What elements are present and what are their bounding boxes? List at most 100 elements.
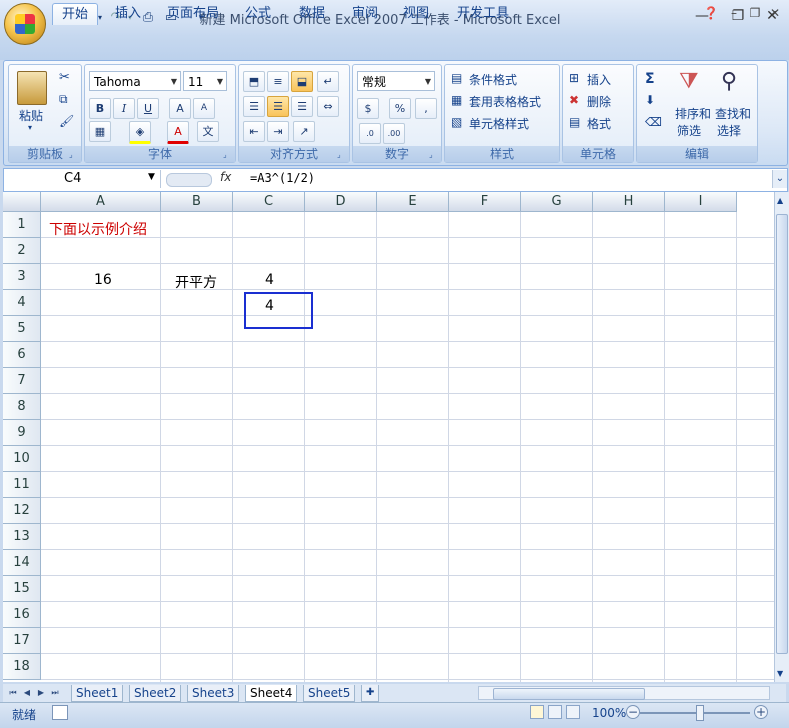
row-header-13[interactable]: 13 xyxy=(3,524,41,550)
tab-insert[interactable]: 插入 xyxy=(108,3,148,24)
conditional-format-button[interactable]: 条件格式 xyxy=(469,71,517,88)
sort-filter-icon[interactable]: ⧩ xyxy=(679,69,699,94)
sheet-tab-2[interactable]: Sheet2 xyxy=(129,685,182,702)
page-layout-view-icon[interactable] xyxy=(548,705,562,719)
cell-styles-icon[interactable]: ▧ xyxy=(451,115,462,129)
row-header-17[interactable]: 17 xyxy=(3,628,41,654)
format-cells-button[interactable]: 格式 xyxy=(587,115,611,132)
format-cells-icon[interactable]: ▤ xyxy=(569,115,580,129)
prev-sheet-icon[interactable]: ◀ xyxy=(21,686,33,700)
dialog-launcher-icon[interactable]: ⌟ xyxy=(223,150,232,159)
underline-button[interactable]: U xyxy=(137,98,159,119)
column-header-I[interactable]: I xyxy=(665,192,737,212)
delete-cells-icon[interactable]: ✖ xyxy=(569,93,579,107)
bold-button[interactable]: B xyxy=(89,98,111,119)
tab-view[interactable]: 视图 xyxy=(396,3,436,24)
tab-developer[interactable]: 开发工具 xyxy=(450,3,516,24)
find-select-label2[interactable]: 选择 xyxy=(717,122,741,139)
italic-button[interactable]: I xyxy=(113,98,135,119)
expand-formula-bar-icon[interactable]: ⌄ xyxy=(772,170,787,188)
workbook-close-icon[interactable]: ✕ xyxy=(767,5,783,21)
name-box[interactable]: C4 ▼ xyxy=(4,170,161,188)
dialog-launcher-icon[interactable]: ⌟ xyxy=(337,150,346,159)
cell-styles-button[interactable]: 单元格样式 xyxy=(469,115,529,132)
clear-icon[interactable]: ⌫ xyxy=(645,115,662,129)
column-header-B[interactable]: B xyxy=(161,192,233,212)
paste-dropdown-icon[interactable]: ▾ xyxy=(28,123,32,132)
dialog-launcher-icon[interactable]: ⌟ xyxy=(429,150,438,159)
workbook-restore-icon[interactable]: ❐ xyxy=(747,5,763,21)
cell-A3[interactable]: 16 xyxy=(94,272,112,288)
column-header-D[interactable]: D xyxy=(305,192,377,212)
zoom-in-icon[interactable]: + xyxy=(754,705,768,719)
row-header-11[interactable]: 11 xyxy=(3,472,41,498)
dialog-launcher-icon[interactable]: ⌟ xyxy=(69,150,78,159)
sheet-tab-3[interactable]: Sheet3 xyxy=(187,685,240,702)
row-header-5[interactable]: 5 xyxy=(3,316,41,342)
fill-icon[interactable]: ⬇ xyxy=(645,93,655,107)
formula-bar-splitter[interactable] xyxy=(166,173,212,187)
row-header-14[interactable]: 14 xyxy=(3,550,41,576)
comma-button[interactable]: , xyxy=(415,98,437,119)
accounting-format-icon[interactable]: $ xyxy=(357,98,379,119)
page-break-view-icon[interactable] xyxy=(566,705,580,719)
scroll-up-icon[interactable]: ▲ xyxy=(777,196,783,205)
column-header-C[interactable]: C xyxy=(233,192,305,212)
cut-icon[interactable]: ✂ xyxy=(59,70,70,85)
column-header-E[interactable]: E xyxy=(377,192,449,212)
insert-sheet-icon[interactable]: ✚ xyxy=(361,685,380,702)
scroll-down-icon[interactable]: ▼ xyxy=(777,669,783,678)
formula-input[interactable]: =A3^(1/2) xyxy=(250,171,315,185)
row-header-7[interactable]: 7 xyxy=(3,368,41,394)
fill-color-icon[interactable]: ◈ xyxy=(129,121,151,144)
vertical-scroll-thumb[interactable] xyxy=(776,214,788,654)
row-header-10[interactable]: 10 xyxy=(3,446,41,472)
row-header-9[interactable]: 9 xyxy=(3,420,41,446)
row-header-8[interactable]: 8 xyxy=(3,394,41,420)
tab-review[interactable]: 审阅 xyxy=(345,3,385,24)
tab-formulas[interactable]: 公式 xyxy=(238,3,278,24)
column-header-G[interactable]: G xyxy=(521,192,593,212)
paste-icon[interactable] xyxy=(17,71,47,105)
sort-filter-button[interactable]: 排序和 xyxy=(675,105,711,122)
insert-cells-button[interactable]: 插入 xyxy=(587,71,611,88)
row-header-16[interactable]: 16 xyxy=(3,602,41,628)
wrap-text-icon[interactable]: ↵ xyxy=(317,71,339,92)
paste-button[interactable]: 粘贴 xyxy=(19,107,43,124)
office-button[interactable] xyxy=(4,3,46,45)
borders-icon[interactable]: ▦ xyxy=(89,121,111,142)
decrease-decimal-button[interactable]: .00 xyxy=(383,123,405,144)
row-header-3[interactable]: 3 xyxy=(3,264,41,290)
workbook-minimize-icon[interactable]: – xyxy=(726,5,742,21)
orientation-icon[interactable]: ↗ xyxy=(293,121,315,142)
zoom-level[interactable]: 100% xyxy=(592,706,626,720)
merge-center-icon[interactable]: ⇔ xyxy=(317,96,339,117)
sheet-tab-5[interactable]: Sheet5 xyxy=(303,685,356,702)
zoom-out-icon[interactable]: − xyxy=(626,705,640,719)
align-left-icon[interactable]: ☰ xyxy=(243,96,265,117)
vertical-scrollbar[interactable]: ▲ ▼ xyxy=(774,192,789,682)
increase-decimal-button[interactable]: .0 xyxy=(359,123,381,144)
next-sheet-icon[interactable]: ▶ xyxy=(35,686,47,700)
row-header-15[interactable]: 15 xyxy=(3,576,41,602)
select-all-corner[interactable] xyxy=(3,192,41,212)
percent-button[interactable]: % xyxy=(389,98,411,119)
sheet-tab-1[interactable]: Sheet1 xyxy=(71,685,124,702)
delete-cells-button[interactable]: 删除 xyxy=(587,93,611,110)
font-color-button[interactable]: A xyxy=(167,121,189,144)
phonetic-guide-button[interactable]: 文 xyxy=(197,121,219,142)
number-format-select[interactable]: 常规 ▼ xyxy=(357,71,435,91)
conditional-format-icon[interactable]: ▤ xyxy=(451,71,462,85)
tab-data[interactable]: 数据 xyxy=(292,3,332,24)
find-select-button[interactable]: 查找和 xyxy=(715,105,751,122)
row-header-1[interactable]: 1 xyxy=(3,212,41,238)
shrink-font-button[interactable]: A xyxy=(193,98,215,119)
tab-home[interactable]: 开始 xyxy=(52,3,98,25)
column-header-F[interactable]: F xyxy=(449,192,521,212)
insert-function-button[interactable]: fx xyxy=(220,170,240,188)
worksheet-grid[interactable]: ABCDEFGHI 1 2 3 4 5 6 7 8 9 10 11 12 13 14 15 16 17 18 下面… xyxy=(3,192,776,682)
row-header-2[interactable]: 2 xyxy=(3,238,41,264)
align-center-icon[interactable]: ☰ xyxy=(267,96,289,117)
format-painter-icon[interactable]: 🖌 xyxy=(59,114,74,128)
middle-align-icon[interactable]: ≡ xyxy=(267,71,289,92)
